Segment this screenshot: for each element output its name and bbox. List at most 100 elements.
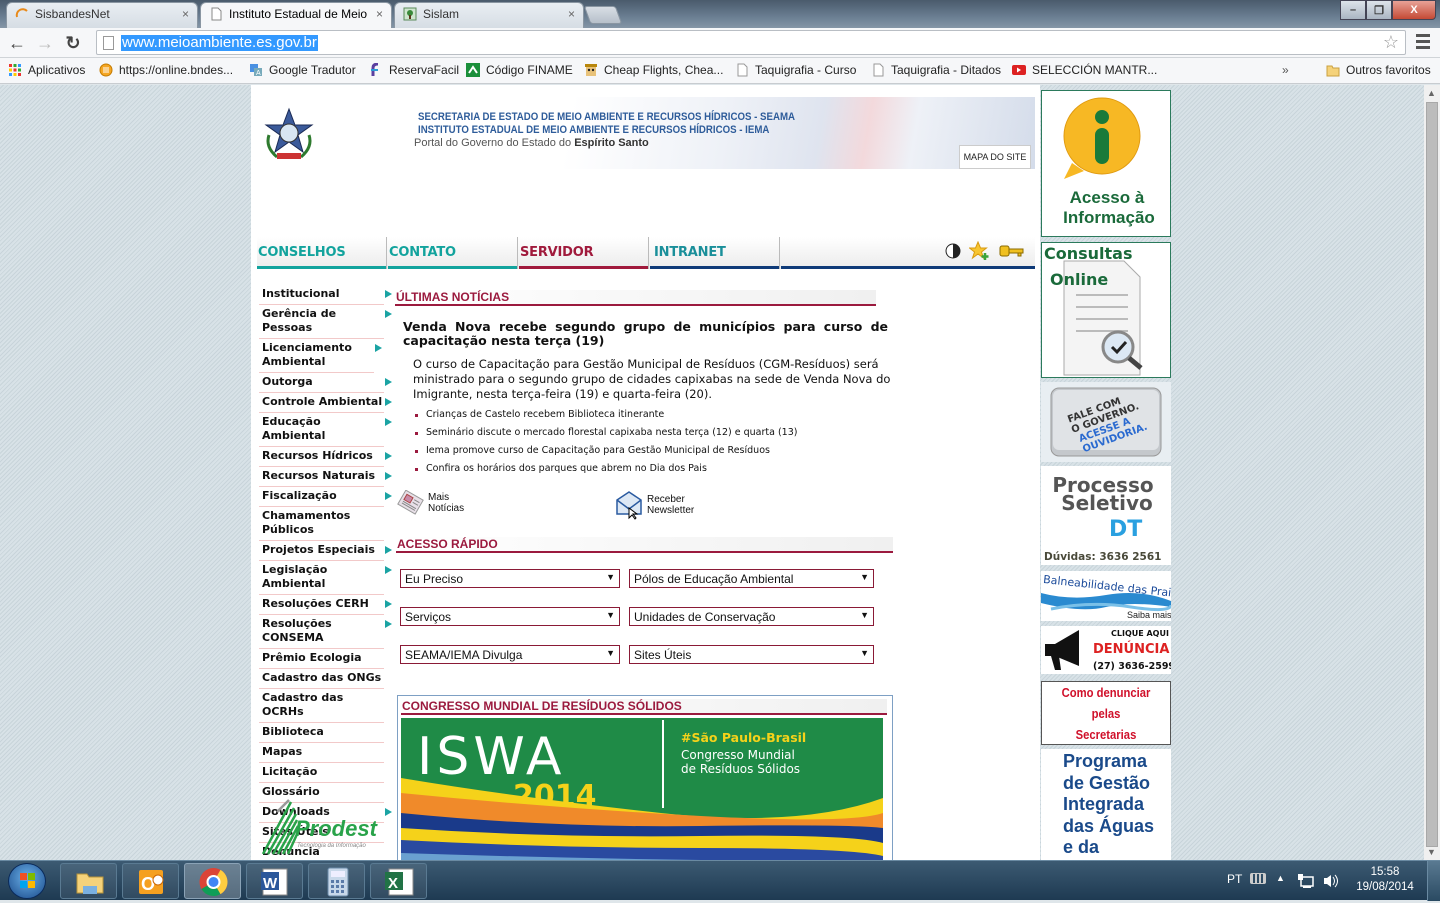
sidebar-item[interactable]: Resoluções CONSEMA (259, 615, 392, 649)
close-tab-icon[interactable]: × (376, 3, 383, 25)
nav-servidor[interactable]: SERVIDOR (519, 237, 649, 269)
show-desktop-button[interactable] (1427, 861, 1440, 901)
bookmark-label: https://online.bndes... (119, 63, 234, 77)
select-sites-uteis[interactable]: Sites Úteis ▼ (629, 645, 874, 664)
news-item[interactable]: Confira os horários dos parques que abre… (414, 463, 797, 481)
scroll-up-arrow-icon[interactable]: ▲ (1427, 88, 1436, 98)
banner-consultas-online[interactable]: Consultas Online (1041, 242, 1171, 378)
select-eu-preciso[interactable]: Eu Preciso ▼ (400, 569, 620, 588)
sidebar-item[interactable]: Recursos Naturais (259, 467, 392, 487)
tab-instituto-estadual[interactable]: Instituto Estadual de Meio × (200, 2, 392, 28)
scrollbar-thumb[interactable] (1426, 102, 1438, 847)
keyboard-icon[interactable] (1250, 873, 1266, 884)
news-headline[interactable]: Venda Nova recebe segundo grupo de munic… (403, 320, 888, 348)
news-item[interactable]: Seminário discute o mercado florestal ca… (414, 427, 797, 445)
tab-sisbandesnet[interactable]: SisbandesNet × (6, 2, 198, 28)
bookmark-reservafacil[interactable]: ReservaFacil (369, 63, 459, 77)
address-bar[interactable]: www.meioambiente.es.gov.br ☆ (96, 30, 1406, 55)
page-scrollbar[interactable]: ▲ ▼ (1424, 85, 1440, 860)
nav-contato[interactable]: CONTATO (388, 237, 518, 269)
news-item[interactable]: Crianças de Castelo recebem Biblioteca i… (414, 409, 797, 427)
scroll-down-arrow-icon[interactable]: ▼ (1427, 847, 1436, 857)
sidebar-item[interactable]: Gerência de Pessoas (259, 305, 392, 339)
minimize-button[interactable]: – (1340, 0, 1366, 20)
bookmark-seleccion-mantr[interactable]: SELECCIÓN MANTR... (1012, 63, 1157, 77)
forward-button[interactable]: → (34, 32, 56, 54)
sidebar-item[interactable]: Cadastro das ONGs (259, 669, 384, 689)
sidebar-item[interactable]: Educação Ambiental (259, 413, 392, 447)
start-button[interactable] (8, 863, 46, 899)
taskbar-file-explorer[interactable] (60, 863, 117, 899)
sidebar-item[interactable]: Resoluções CERH (259, 595, 392, 615)
tab-sislam[interactable]: Sislam × (394, 2, 584, 28)
key-icon[interactable] (999, 244, 1025, 258)
select-seama-divulga[interactable]: SEAMA/IEMA Divulga ▼ (400, 645, 620, 664)
banner-denuncia-municipais[interactable]: Como denunciar pelas Secretarias Municip… (1041, 681, 1171, 745)
bookmark-google-tradutor[interactable]: A Google Tradutor (249, 63, 356, 77)
bookmark-aplicativos[interactable]: Aplicativos (8, 63, 85, 77)
bookmark-codigo-finame[interactable]: Código FINAME (466, 63, 573, 77)
contrast-icon[interactable] (945, 243, 961, 259)
maximize-button[interactable]: ❐ (1366, 0, 1392, 20)
banner-ouvidoria[interactable]: FALE COM O GOVERNO. ACESSE A OUVIDORIA. (1041, 382, 1171, 462)
bookmark-taquigrafia-ditados[interactable]: Taquigrafia - Ditados (871, 63, 1001, 77)
site-map-button[interactable]: MAPA DO SITE (959, 145, 1031, 169)
url-text[interactable]: www.meioambiente.es.gov.br (121, 35, 318, 51)
sidebar-item[interactable]: Prêmio Ecologia (259, 649, 384, 669)
banner-acesso-informacao[interactable]: Acesso à Informação (1041, 90, 1171, 237)
chrome-menu-button[interactable] (1416, 34, 1430, 52)
bookmark-taquigrafia-curso[interactable]: Taquigrafia - Curso (735, 63, 856, 77)
reload-button[interactable]: ↻ (62, 32, 84, 54)
clock[interactable]: 15:58 19/08/2014 (1352, 865, 1418, 895)
sidebar-item[interactable]: Recursos Hídricos (259, 447, 392, 467)
sidebar-item[interactable]: Outorga (259, 373, 392, 393)
banner-balneabilidade[interactable]: Balneabilidade das Praias Saiba mais... (1041, 571, 1171, 621)
banner-denuncia[interactable]: CLIQUE AQUI DENÚNCIA (27) 3636-2599 (1041, 626, 1171, 674)
bookmark-outros-favoritos[interactable]: Outros favoritos (1326, 63, 1431, 77)
close-tab-icon[interactable]: × (182, 3, 189, 25)
coat-of-arms-logo[interactable] (261, 105, 317, 163)
sidebar-item[interactable]: Legislação Ambiental (259, 561, 392, 595)
close-tab-icon[interactable]: × (568, 3, 575, 25)
submenu-arrow-icon (385, 620, 392, 628)
taskbar-word[interactable]: W (246, 863, 303, 899)
sidebar-item[interactable]: Biblioteca (259, 723, 384, 743)
sidebar-item[interactable]: Controle Ambiental (259, 393, 392, 413)
close-window-button[interactable]: X (1392, 0, 1436, 20)
taskbar-excel[interactable]: X (370, 863, 427, 899)
sidebar-item[interactable]: Licenciamento Ambiental (259, 339, 382, 373)
select-polos-educacao[interactable]: Pólos de Educação Ambiental ▼ (629, 569, 874, 588)
network-icon[interactable] (1297, 873, 1315, 889)
news-item[interactable]: Iema promove curso de Capacitação para G… (414, 445, 797, 463)
language-indicator[interactable]: PT (1227, 872, 1242, 886)
sidebar-item[interactable]: Cadastro das OCRHs (259, 689, 384, 723)
iswa-2014-banner[interactable]: ISWA 2014 #São Paulo-Brasil Congresso Mu… (401, 718, 883, 860)
bookmark-cheap-flights[interactable]: Cheap Flights, Chea... (584, 63, 723, 77)
taskbar-outlook[interactable]: O (122, 863, 179, 899)
sidebar-item[interactable]: Fiscalização (259, 487, 392, 507)
bookmark-bndes[interactable]: https://online.bndes... (99, 63, 233, 77)
sidebar-item[interactable]: Licitação (259, 763, 384, 783)
newsletter-link[interactable]: Receber Newsletter (615, 490, 694, 520)
volume-icon[interactable] (1322, 873, 1338, 889)
favorite-star-add-icon[interactable] (969, 241, 991, 261)
new-tab-button[interactable] (583, 6, 623, 24)
sidebar-item[interactable]: Chamamentos Públicos (259, 507, 384, 541)
prodest-logo[interactable]: Prodest Tecnologia da Informação (261, 798, 386, 856)
taskbar-chrome[interactable] (184, 863, 241, 899)
sidebar-item[interactable]: Institucional (259, 285, 392, 305)
taskbar-calculator[interactable] (308, 863, 365, 899)
sidebar-item[interactable]: Mapas (259, 743, 384, 763)
bookmark-star-icon[interactable]: ☆ (1383, 32, 1399, 53)
show-hidden-icons-button[interactable]: ▲ (1276, 873, 1285, 883)
sidebar-item[interactable]: Projetos Especiais (259, 541, 392, 561)
select-servicos[interactable]: Serviços ▼ (400, 607, 620, 626)
more-news-link[interactable]: Mais Notícias (396, 490, 464, 516)
banner-processo-seletivo[interactable]: Processo Seletivo DT Dúvidas: 3636 2561 (1041, 466, 1171, 565)
bookmarks-overflow-button[interactable]: » (1282, 63, 1289, 77)
nav-conselhos[interactable]: CONSELHOS (257, 237, 387, 269)
select-unidades-conservacao[interactable]: Unidades de Conservação ▼ (629, 607, 874, 626)
banner-programa-gestao-aguas[interactable]: Programa de Gestão Integrada das Águas e… (1041, 749, 1171, 860)
nav-intranet[interactable]: INTRANET (650, 237, 780, 269)
back-button[interactable]: ← (6, 32, 28, 54)
